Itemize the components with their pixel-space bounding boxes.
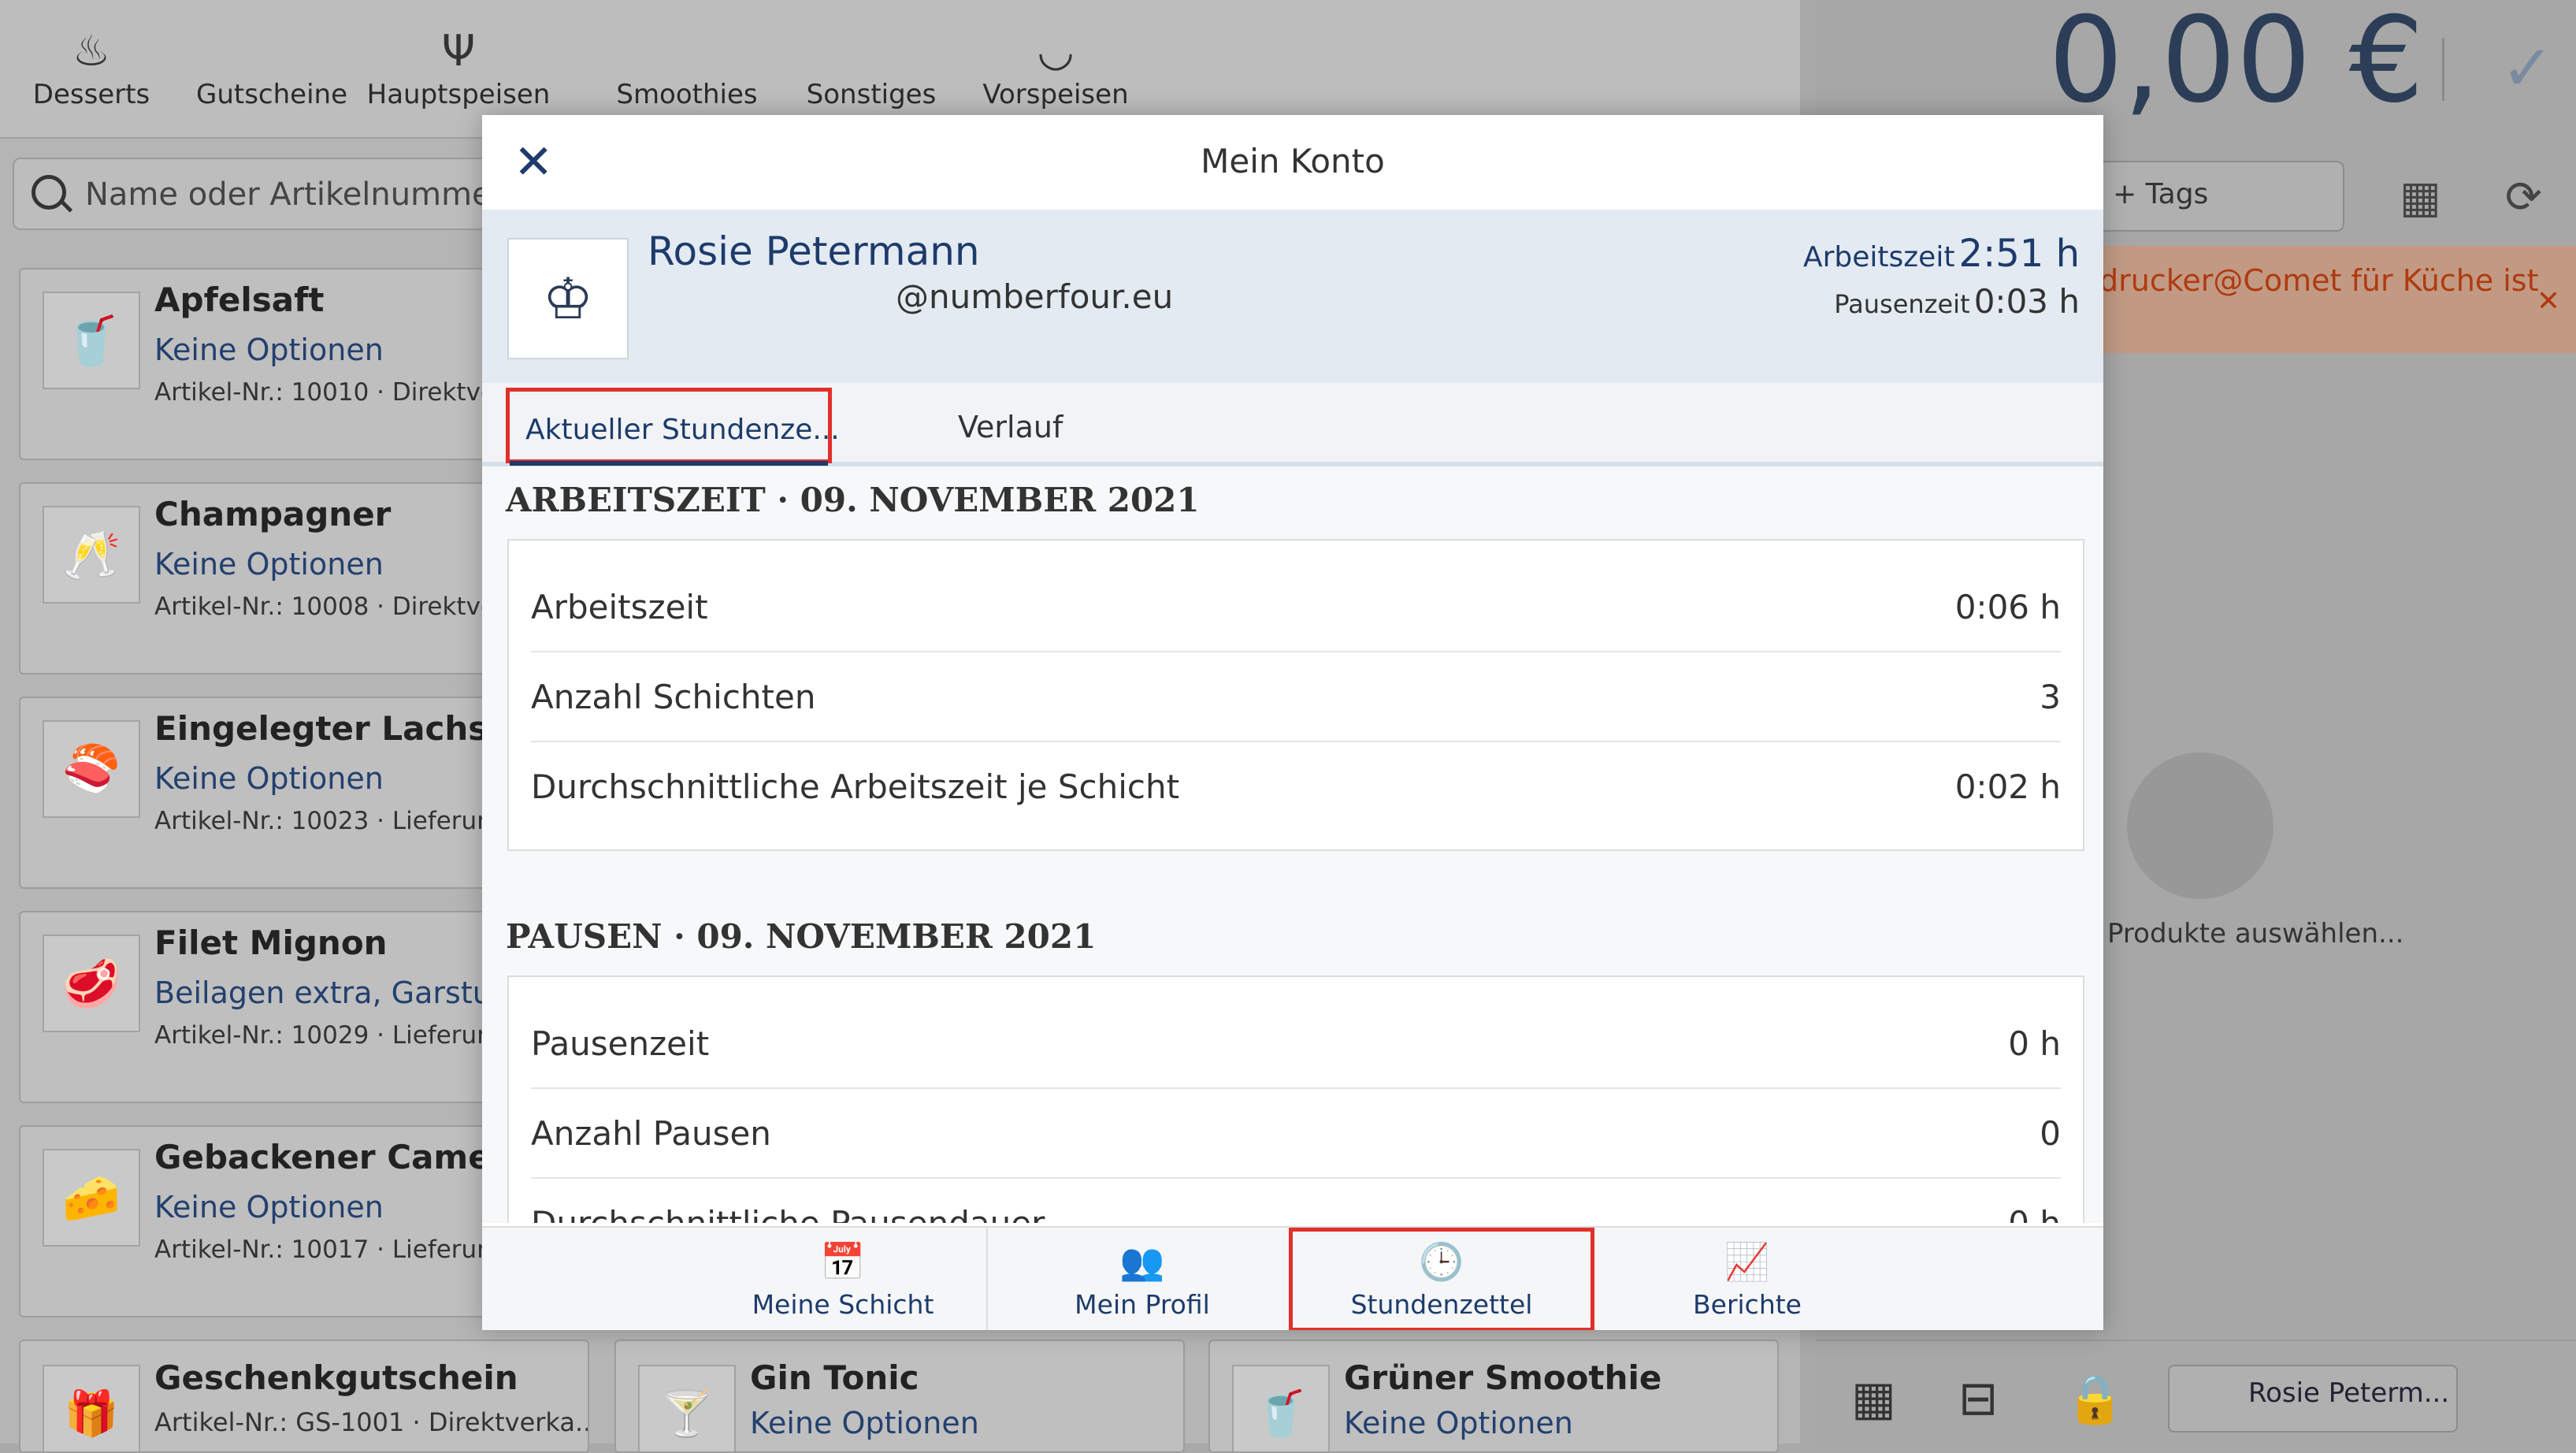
product-card-gin-tonic[interactable]: 🍸 Gin Tonic Keine Optionen — [614, 1340, 1185, 1453]
tags-button[interactable]: + Tags — [2095, 161, 2344, 232]
timesheet-content[interactable]: ARBEITSZEIT · 09. NOVEMBER 2021 Arbeitsz… — [482, 466, 2103, 1223]
minus-box-icon[interactable]: ⊟ — [1958, 1371, 1998, 1426]
work-card: Arbeitszeit 0:06 h Anzahl Schichten 3 Durc… — [507, 539, 2084, 851]
my-profile-button[interactable]: 👥 Mein Profil — [989, 1228, 1295, 1330]
close-notice-icon[interactable]: ✕ — [2537, 285, 2560, 318]
sync-icon[interactable]: ⟳ — [2505, 172, 2542, 223]
product-options: Keine Optionen — [154, 333, 384, 367]
dialog-title: Mein Konto — [1201, 142, 1385, 180]
product-name: Apfelsaft — [154, 281, 325, 319]
product-article: Artikel-Nr.: 10010 · Direktver — [154, 378, 506, 407]
dessert-icon: ♨ — [72, 26, 111, 76]
tab-history[interactable]: Verlauf — [958, 410, 1063, 444]
product-name: Gebackener Camember — [154, 1138, 509, 1176]
table-row: Anzahl Schichten 3 — [531, 652, 2061, 742]
breaktime-value: 0:03 h — [1973, 282, 2080, 321]
product-name: Grüner Smoothie — [1344, 1358, 1662, 1397]
current-user-chip[interactable]: Rosie Peterm... — [2168, 1365, 2458, 1433]
product-name: Eingelegter Lachs auf E — [154, 709, 509, 748]
profile-icon: 👥 — [1119, 1240, 1165, 1283]
category-gutscheine[interactable]: Gutscheine — [177, 24, 366, 110]
search-icon — [32, 175, 66, 210]
dialog-footer-nav: 📅 Meine Schicht 👥 Mein Profil 🕒 Stundenzett… — [482, 1226, 2103, 1330]
product-article: Artikel-Nr.: 10008 · Direktver — [154, 593, 506, 621]
divider — [2442, 38, 2444, 101]
user-email: @numberfour.eu — [896, 277, 1174, 316]
break-section-title: PAUSEN · 09. NOVEMBER 2021 — [506, 917, 1097, 956]
table-row: Durchschnittliche Pausendauer0 h — [531, 1179, 2061, 1223]
product-article: Artikel-Nr.: 10029 · Lieferung — [154, 1021, 508, 1050]
checkout-check-icon[interactable]: ✓ — [2501, 32, 2554, 105]
product-image: 🍸 — [638, 1365, 736, 1451]
product-card-lachs[interactable]: 🍣 Eingelegter Lachs auf E Keine Optionen… — [19, 697, 510, 889]
category-vorspeisen[interactable]: ◡ Vorspeisen — [961, 24, 1150, 110]
search-placeholder: Name oder Artikelnummer ei — [85, 177, 543, 213]
my-account-dialog: ✕ Mein Konto ♔ Rosie Petermann @numberfo… — [482, 115, 2103, 1330]
product-name: Gin Tonic — [750, 1358, 919, 1397]
breaktime-label: Pausenzeit — [1834, 289, 1970, 319]
product-card-camembert[interactable]: 🧀 Gebackener Camember Keine Optionen Art… — [19, 1125, 510, 1317]
product-name: Geschenkgutschein — [154, 1358, 518, 1397]
product-article: Artikel-Nr.: 10023 · Lieferung — [154, 807, 508, 835]
product-image: 🥩 — [43, 935, 140, 1032]
cart-total: 0,00 € — [2048, 0, 2425, 129]
product-image: 🍣 — [43, 720, 140, 818]
product-image: 🧀 — [43, 1149, 140, 1247]
category-desserts[interactable]: ♨ Desserts — [0, 24, 186, 110]
product-options: Beilagen extra, Garstufe, S — [154, 975, 509, 1010]
break-card: Pausenzeit0 h Anzahl Pausen0 Durchschnit… — [507, 975, 2084, 1223]
table-row: Arbeitszeit 0:06 h — [531, 563, 2061, 652]
product-image: 🥤 — [43, 292, 140, 389]
product-options: Keine Optionen — [154, 547, 384, 582]
product-article: Artikel-Nr.: 10017 · Lieferung — [154, 1236, 508, 1264]
table-row: Pausenzeit 0 h — [531, 999, 2061, 1089]
calendar-check-icon[interactable]: ▦ — [2400, 172, 2441, 223]
product-card-filet-mignon[interactable]: 🥩 Filet Mignon Beilagen extra, Garstufe,… — [19, 911, 510, 1103]
user-summary: ♔ Rosie Petermann @numberfour.eu Arbeits… — [482, 210, 2103, 385]
product-options: Keine Optionen — [750, 1406, 979, 1440]
bowl-icon: ◡ — [1037, 26, 1075, 76]
product-name: Champagner — [154, 495, 392, 533]
my-shift-button[interactable]: 📅 Meine Schicht — [690, 1228, 996, 1330]
worktime-label: Arbeitszeit — [1802, 241, 1955, 273]
work-section-title: ARBEITSZEIT · 09. NOVEMBER 2021 — [506, 481, 1200, 519]
product-image: 🥂 — [43, 506, 140, 604]
product-options: Keine Optionen — [154, 761, 384, 796]
product-card-champagner[interactable]: 🥂 Champagner Keine Optionen Artikel-Nr.:… — [19, 482, 510, 674]
dialog-tabs: Aktueller Stundenze... Verlauf — [482, 383, 2103, 466]
reports-icon: 📈 — [1724, 1240, 1770, 1283]
reports-button[interactable]: 📈 Berichte — [1594, 1228, 1900, 1330]
product-card-gruener-smoothie[interactable]: 🥤 Grüner Smoothie Keine Optionen — [1208, 1340, 1779, 1453]
divider — [986, 1228, 988, 1330]
worktime-value: 2:51 h — [1958, 232, 2080, 276]
empty-cart-text: Produkte auswählen... — [2107, 918, 2404, 949]
avatar: ♔ — [507, 238, 629, 359]
product-image: 🥤 — [1232, 1365, 1330, 1451]
user-name: Rosie Petermann — [648, 229, 980, 274]
product-card-apfelsaft[interactable]: 🥤 Apfelsaft Keine Optionen Artikel-Nr.: … — [19, 268, 510, 460]
product-card-geschenkgutschein[interactable]: 🎁 Geschenkgutschein Artikel-Nr.: GS-1001… — [19, 1340, 589, 1453]
category-hauptspeisen[interactable]: Ψ Hauptspeisen — [364, 24, 553, 110]
timesheet-highlight — [1289, 1228, 1594, 1330]
dialog-header: ✕ Mein Konto — [482, 115, 2103, 211]
lock-icon[interactable]: 🔒 — [2066, 1371, 2125, 1427]
product-options: Keine Optionen — [1344, 1406, 1573, 1440]
cutlery-icon: Ψ — [441, 26, 476, 76]
category-sonstiges[interactable]: Sonstiges — [777, 24, 966, 110]
product-image: 🎁 — [43, 1365, 140, 1451]
empty-cart-box-icon — [2127, 753, 2273, 899]
grid-icon[interactable]: ▦ — [1851, 1371, 1896, 1426]
product-name: Filet Mignon — [154, 923, 388, 962]
category-smoothies[interactable]: Smoothies — [592, 24, 781, 110]
tab-current-timesheet[interactable]: Aktueller Stundenze... — [506, 388, 840, 466]
product-article: Artikel-Nr.: GS-1001 · Direktverka... — [154, 1407, 589, 1437]
table-row: Anzahl Pausen 0 — [531, 1089, 2061, 1179]
table-row: Durchschnittliche Arbeitszeit je Schicht… — [531, 767, 2061, 806]
calendar-icon: 📅 — [820, 1240, 866, 1283]
product-options: Keine Optionen — [154, 1190, 384, 1224]
user-stats: Arbeitszeit 2:51 h Pausenzeit 0:03 h — [1803, 232, 2080, 321]
